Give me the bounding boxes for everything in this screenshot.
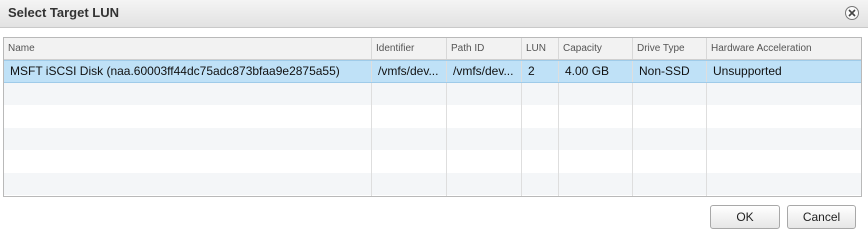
empty-cell [522,172,559,195]
table-row[interactable]: MSFT iSCSI Disk (naa.60003ff44dc75adc873… [4,60,861,83]
empty-cell [4,172,372,195]
empty-cell [522,105,559,128]
empty-row [4,82,861,106]
empty-row [4,127,861,151]
column-header-hardware-acceleration[interactable]: Hardware Acceleration [707,38,861,59]
empty-cell [372,105,447,128]
empty-cell [4,150,372,173]
empty-cell [559,82,633,105]
column-header-name[interactable]: Name [4,38,372,59]
empty-cell [447,105,522,128]
empty-cell [372,195,447,196]
column-header-path-id[interactable]: Path ID [447,38,522,59]
close-icon[interactable] [845,6,859,20]
empty-cell [559,172,633,195]
empty-cell [633,127,707,150]
empty-cell [559,127,633,150]
empty-cell [707,173,861,196]
column-header-drive-type[interactable]: Drive Type [633,38,707,59]
empty-cell [522,195,559,196]
empty-cell [447,150,522,173]
cell-identifier: /vmfs/dev... [372,61,447,82]
empty-cell [447,172,522,195]
empty-cell [4,82,372,105]
empty-cell [4,127,372,150]
empty-cell [522,82,559,105]
ok-button[interactable]: OK [710,205,780,229]
empty-cell [633,150,707,173]
empty-cell [707,128,861,151]
empty-row [4,172,861,196]
cell-name: MSFT iSCSI Disk (naa.60003ff44dc75adc873… [4,61,372,82]
cancel-button[interactable]: Cancel [787,205,856,229]
empty-cell [4,105,372,128]
empty-cell [522,150,559,173]
empty-cell [447,195,522,196]
empty-cell [522,127,559,150]
column-header-lun[interactable]: LUN [522,38,559,59]
empty-cell [633,195,707,196]
empty-cell [633,82,707,105]
select-target-lun-dialog: Select Target LUN Name Identifier Path I… [0,0,868,243]
column-header-identifier[interactable]: Identifier [372,38,447,59]
empty-row [4,150,861,173]
table-header: Name Identifier Path ID LUN Capacity Dri… [4,38,861,60]
empty-cell [372,127,447,150]
empty-cell [633,105,707,128]
empty-cell [372,150,447,173]
empty-cell [707,83,861,106]
empty-cell [707,150,861,173]
lun-table: Name Identifier Path ID LUN Capacity Dri… [3,37,862,197]
empty-cell [559,105,633,128]
cell-drive-type: Non-SSD [633,61,707,82]
empty-cell [372,172,447,195]
empty-cell [707,105,861,128]
cell-lun: 2 [522,61,559,82]
empty-cell [559,150,633,173]
empty-row [4,105,861,128]
cell-path-id: /vmfs/dev... [447,61,522,82]
empty-cell [447,82,522,105]
cell-hardware-acceleration: Unsupported [713,64,782,78]
empty-row [4,195,861,196]
dialog-title: Select Target LUN [8,5,120,20]
empty-cell [707,195,861,196]
column-header-capacity[interactable]: Capacity [559,38,633,59]
cell-capacity: 4.00 GB [559,61,633,82]
empty-cell [559,195,633,196]
empty-cell [372,82,447,105]
dialog-titlebar: Select Target LUN [0,0,868,28]
empty-cell [4,195,372,196]
empty-cell [447,127,522,150]
empty-cell [633,172,707,195]
